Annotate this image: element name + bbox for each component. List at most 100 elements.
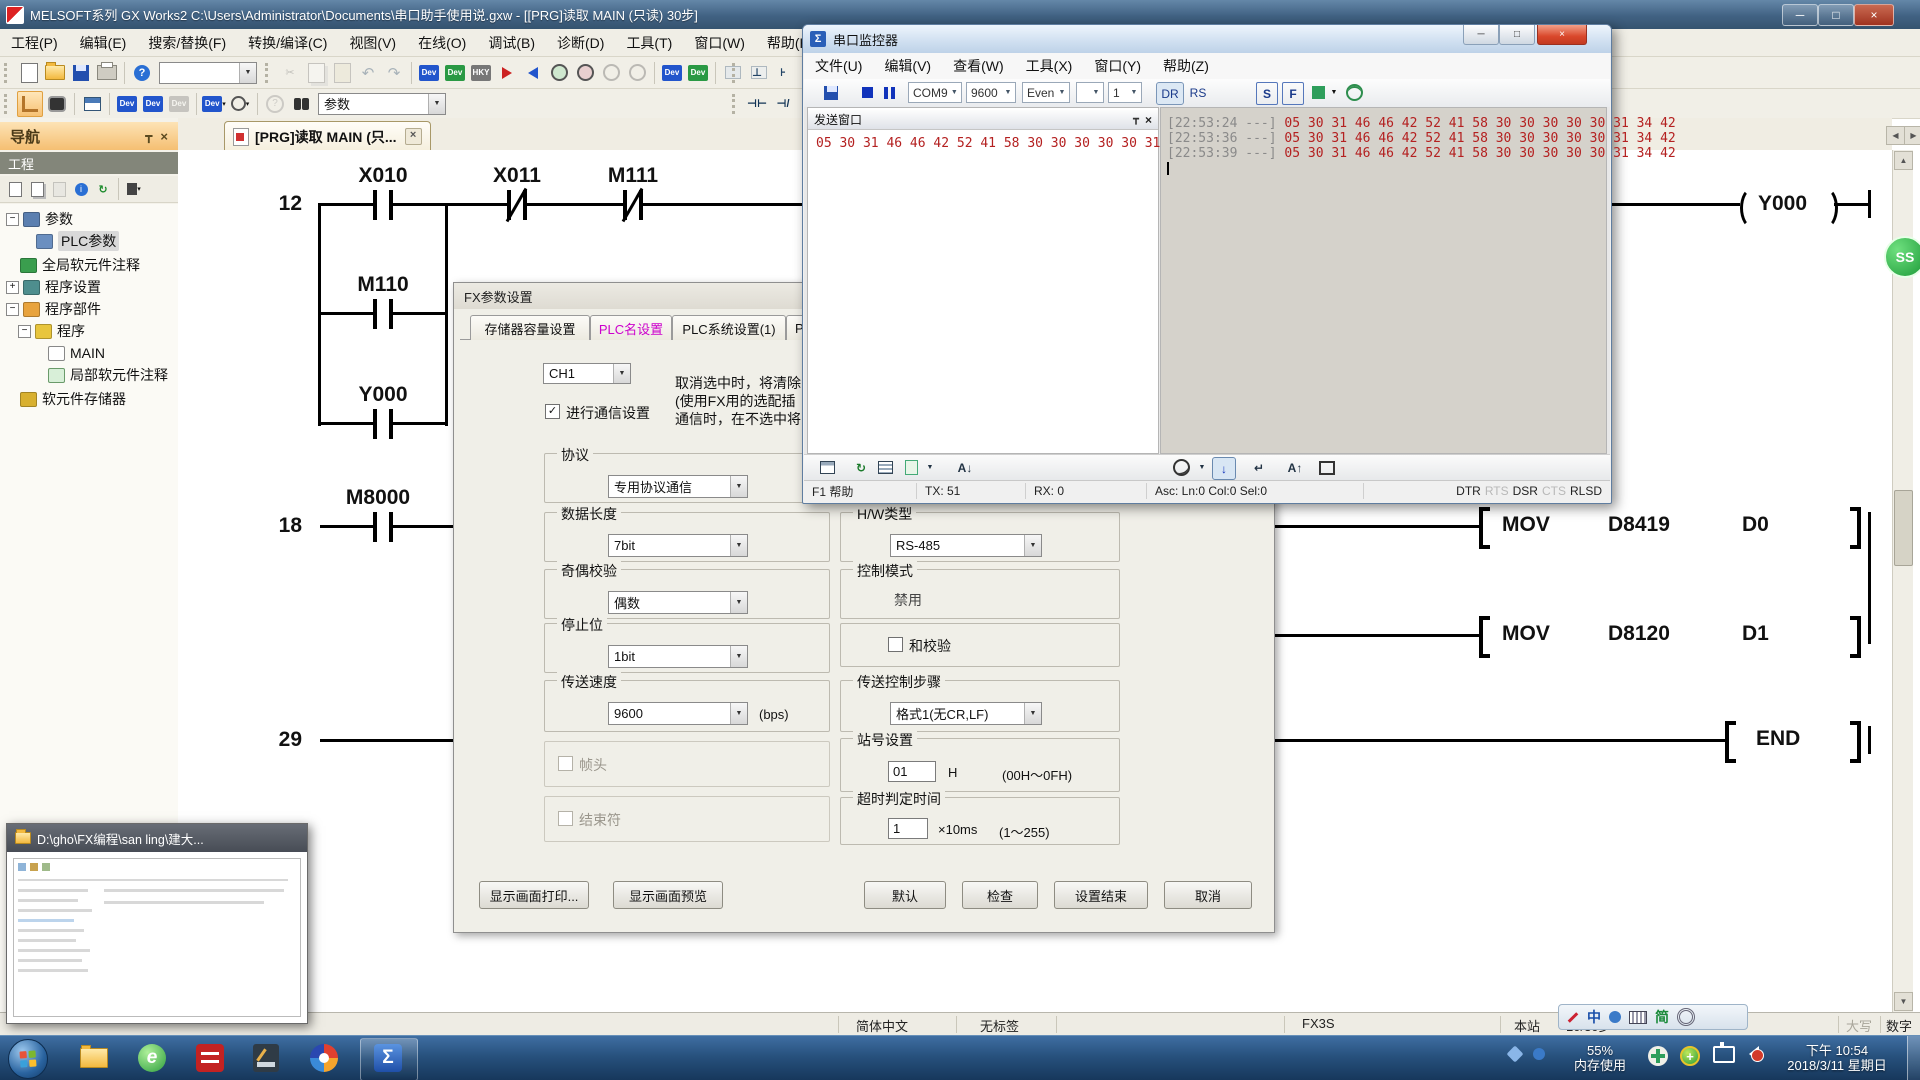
tree-item-global-comment[interactable]: 全局软元件注释 bbox=[0, 254, 198, 276]
color-swatch-icon[interactable] bbox=[1310, 82, 1326, 103]
keyboard-icon[interactable] bbox=[1629, 1011, 1647, 1024]
pin-icon[interactable]: ┳ bbox=[145, 129, 152, 143]
close-icon[interactable]: × bbox=[160, 129, 168, 144]
dropdown-icon[interactable]: ▼ bbox=[239, 63, 256, 83]
device-comment-icon[interactable]: Dev bbox=[417, 61, 441, 85]
tab-plc-name[interactable]: PLC名设置 bbox=[590, 315, 672, 340]
memory-gauge[interactable]: 55% 内存使用 bbox=[1556, 1043, 1644, 1073]
mov-dst[interactable]: D0 bbox=[1742, 513, 1769, 537]
dr-toggle-button[interactable]: DR bbox=[1156, 82, 1184, 105]
device-monitor-icon[interactable]: Dev bbox=[443, 61, 467, 85]
device-display-icon[interactable]: Dev bbox=[660, 61, 684, 85]
tree-item-program[interactable]: − 程序 bbox=[0, 320, 196, 342]
fullscreen-icon[interactable] bbox=[1316, 457, 1338, 478]
dropdown-icon[interactable]: ▼ bbox=[730, 703, 747, 724]
contact-m8000[interactable] bbox=[373, 512, 393, 542]
monitor-start-icon[interactable] bbox=[547, 61, 571, 85]
newline-icon[interactable]: ↵ bbox=[1248, 457, 1270, 478]
tab-scroll-right-icon[interactable]: ▶ bbox=[1904, 126, 1920, 145]
dropdown-icon[interactable]: ▼ bbox=[730, 476, 747, 497]
autoscroll-toggle-icon[interactable]: ↓ bbox=[1212, 457, 1236, 480]
print-icon[interactable] bbox=[95, 61, 119, 85]
tray-net-icon[interactable] bbox=[1530, 1048, 1548, 1060]
menu-diagnostics[interactable]: 诊断(D) bbox=[546, 29, 615, 56]
start-button[interactable] bbox=[8, 1039, 48, 1079]
menu-debug[interactable]: 调试(B) bbox=[477, 29, 546, 56]
refresh-icon[interactable]: ↻ bbox=[850, 457, 872, 478]
menu-edit[interactable]: 编辑(E) bbox=[69, 29, 138, 56]
monitor-menu-help[interactable]: 帮助(Z) bbox=[1152, 53, 1220, 79]
collapse-icon[interactable]: − bbox=[6, 303, 19, 316]
dropdown-icon[interactable]: ▼ bbox=[924, 457, 936, 478]
monitor-menu-view[interactable]: 查看(W) bbox=[942, 53, 1015, 79]
filter-icon[interactable]: ▾ bbox=[125, 180, 143, 198]
tray-display-icon[interactable] bbox=[1712, 1046, 1736, 1063]
monitor-menu-window[interactable]: 窗口(Y) bbox=[1083, 53, 1152, 79]
tree-item-program-setting[interactable]: + 程序设置 bbox=[0, 276, 184, 298]
stop-bit-combobox[interactable]: 1bit ▼ bbox=[608, 645, 748, 668]
print-screen-button[interactable]: 显示画面打印... bbox=[479, 881, 589, 909]
zoom-out-icon[interactable] bbox=[625, 61, 649, 85]
device-selector-combobox[interactable]: 参数 ▼ bbox=[318, 93, 446, 115]
data-length-combobox[interactable]: 7bit ▼ bbox=[608, 534, 748, 557]
open-contact-icon[interactable]: ⊣⊢ bbox=[745, 92, 769, 116]
monitor-menu-file[interactable]: 文件(U) bbox=[804, 53, 873, 79]
taskbar-notepad-icon[interactable] bbox=[250, 1042, 282, 1074]
stop-icon[interactable] bbox=[856, 82, 878, 103]
tray-doctor-icon[interactable] bbox=[1646, 1046, 1670, 1066]
scroll-down-icon[interactable]: ▼ bbox=[1894, 992, 1913, 1011]
mov-op[interactable]: MOV bbox=[1502, 513, 1550, 537]
context-help-icon[interactable]: ? bbox=[263, 92, 287, 116]
baud-combobox[interactable]: 9600▼ bbox=[966, 82, 1016, 103]
redo-icon[interactable]: ↷ bbox=[382, 61, 406, 85]
device-find-icon[interactable]: ▾ bbox=[228, 92, 252, 116]
expand-icon[interactable]: + bbox=[6, 281, 19, 294]
show-desktop-button[interactable] bbox=[1907, 1036, 1920, 1080]
menu-view[interactable]: 视图(V) bbox=[338, 29, 407, 56]
taskbar-browser-icon[interactable]: e bbox=[136, 1042, 168, 1074]
send-panel[interactable]: 发送窗口 ┳ × 05 30 31 46 46 42 52 41 58 30 3… bbox=[807, 107, 1159, 454]
copy-icon[interactable] bbox=[304, 61, 328, 85]
dropdown-icon[interactable]: ▼ bbox=[1196, 457, 1208, 478]
read-from-plc-icon[interactable] bbox=[521, 61, 545, 85]
mov-dst[interactable]: D1 bbox=[1742, 622, 1769, 646]
ladder-symbol-icon[interactable]: ⊥ bbox=[745, 61, 769, 85]
taskbar-media-icon[interactable] bbox=[308, 1042, 340, 1074]
mov-src[interactable]: D8120 bbox=[1608, 622, 1670, 646]
sort-ascending-icon[interactable]: A↑ bbox=[1284, 457, 1306, 478]
tab-memory-capacity[interactable]: 存储器容量设置 bbox=[470, 315, 590, 340]
gear-icon[interactable] bbox=[1677, 1008, 1695, 1026]
monitor-menu-tools[interactable]: 工具(X) bbox=[1015, 53, 1084, 79]
print-preview-button[interactable]: 显示画面预览 bbox=[613, 881, 723, 909]
menu-convert-compile[interactable]: 转换/编译(C) bbox=[237, 29, 338, 56]
station-number-field[interactable]: 01 bbox=[888, 761, 936, 782]
tray-volume-muted-icon[interactable] bbox=[1742, 1046, 1766, 1062]
taskbar-explorer-icon[interactable] bbox=[78, 1042, 110, 1074]
contact-y000[interactable] bbox=[373, 409, 393, 439]
quick-find-combobox[interactable]: ▼ bbox=[159, 62, 257, 84]
ladder-branch-icon[interactable]: ⊦ bbox=[771, 61, 795, 85]
device-batch-icon[interactable]: Dev bbox=[686, 61, 710, 85]
zoom-in-icon[interactable] bbox=[599, 61, 623, 85]
write-to-plc-icon[interactable] bbox=[495, 61, 519, 85]
device-hky-icon[interactable]: HKY bbox=[469, 61, 493, 85]
pen-icon[interactable] bbox=[1568, 1012, 1579, 1023]
finish-setting-button[interactable]: 设置结束 bbox=[1054, 881, 1148, 909]
pin-icon[interactable]: ┳ bbox=[1133, 114, 1139, 125]
output-window-icon[interactable] bbox=[80, 92, 104, 116]
dropdown-icon[interactable]: ▼ bbox=[428, 94, 445, 114]
cut-icon[interactable]: ✂ bbox=[278, 61, 302, 85]
clock-icon[interactable] bbox=[1170, 457, 1192, 478]
input-orb-icon[interactable] bbox=[1609, 1011, 1621, 1023]
explorer-preview-window[interactable]: D:\gho\FX编程\san ling\建大... bbox=[6, 823, 308, 1024]
copy-item-icon[interactable] bbox=[28, 180, 46, 198]
tab-scroll-left-icon[interactable]: ◀ bbox=[1886, 126, 1905, 145]
s-mode-button[interactable]: S bbox=[1256, 82, 1278, 105]
monitor-minimize-button[interactable]: ─ bbox=[1463, 25, 1499, 45]
sum-check-checkbox[interactable] bbox=[888, 637, 903, 652]
close-icon[interactable]: × bbox=[1145, 113, 1152, 127]
taskbar-clock[interactable]: 下午 10:54 2018/3/11 星期日 bbox=[1772, 1043, 1902, 1073]
main-close-button[interactable]: × bbox=[1854, 4, 1894, 26]
dropdown-icon[interactable]: ▼ bbox=[1024, 703, 1041, 724]
channel-combobox[interactable]: CH1 ▼ bbox=[543, 363, 631, 384]
